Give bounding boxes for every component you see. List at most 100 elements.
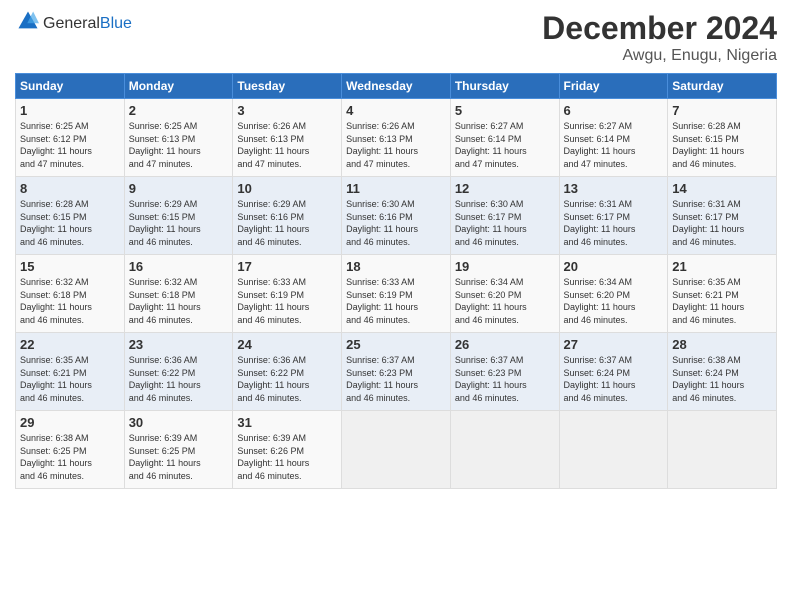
calendar-cell: 26 Sunrise: 6:37 AMSunset: 6:23 PMDayligh… bbox=[450, 333, 559, 411]
day-info: Sunrise: 6:39 AMSunset: 6:25 PMDaylight:… bbox=[129, 433, 201, 481]
logo-general: General bbox=[43, 15, 100, 32]
day-number: 17 bbox=[237, 259, 337, 274]
day-number: 10 bbox=[237, 181, 337, 196]
calendar-cell: 21 Sunrise: 6:35 AMSunset: 6:21 PMDayligh… bbox=[668, 255, 777, 333]
table-row: 8 Sunrise: 6:28 AMSunset: 6:15 PMDaylight… bbox=[16, 177, 777, 255]
col-wednesday: Wednesday bbox=[342, 74, 451, 99]
calendar-cell: 25 Sunrise: 6:37 AMSunset: 6:23 PMDayligh… bbox=[342, 333, 451, 411]
day-info: Sunrise: 6:26 AMSunset: 6:13 PMDaylight:… bbox=[237, 121, 309, 169]
calendar-cell: 19 Sunrise: 6:34 AMSunset: 6:20 PMDayligh… bbox=[450, 255, 559, 333]
logo-text: GeneralBlue bbox=[43, 15, 132, 33]
calendar-cell: 18Sunrise: 6:33 AMSunset: 6:19 PMDayligh… bbox=[342, 255, 451, 333]
table-row: 15 Sunrise: 6:32 AMSunset: 6:18 PMDayligh… bbox=[16, 255, 777, 333]
calendar-cell: 30 Sunrise: 6:39 AMSunset: 6:25 PMDayligh… bbox=[124, 411, 233, 489]
day-number: 27 bbox=[564, 337, 664, 352]
day-number: 6 bbox=[564, 103, 664, 118]
calendar-cell: 4 Sunrise: 6:26 AMSunset: 6:13 PMDaylight… bbox=[342, 99, 451, 177]
calendar-cell: 9Sunrise: 6:29 AMSunset: 6:15 PMDaylight… bbox=[124, 177, 233, 255]
day-number: 7 bbox=[672, 103, 772, 118]
calendar-cell: 29 Sunrise: 6:38 AMSunset: 6:25 PMDayligh… bbox=[16, 411, 125, 489]
col-thursday: Thursday bbox=[450, 74, 559, 99]
calendar-cell: 23 Sunrise: 6:36 AMSunset: 6:22 PMDayligh… bbox=[124, 333, 233, 411]
day-number: 24 bbox=[237, 337, 337, 352]
day-number: 13 bbox=[564, 181, 664, 196]
calendar-cell: 3 Sunrise: 6:26 AMSunset: 6:13 PMDaylight… bbox=[233, 99, 342, 177]
day-number: 12 bbox=[455, 181, 555, 196]
calendar-cell bbox=[342, 411, 451, 489]
logo-icon bbox=[17, 10, 39, 32]
day-info: Sunrise: 6:31 AMSunset: 6:17 PMDaylight:… bbox=[672, 199, 744, 247]
calendar-cell: 8 Sunrise: 6:28 AMSunset: 6:15 PMDaylight… bbox=[16, 177, 125, 255]
day-info: Sunrise: 6:33 AMSunset: 6:19 PMDaylight:… bbox=[237, 277, 309, 325]
calendar-cell: 2Sunrise: 6:25 AMSunset: 6:13 PMDaylight… bbox=[124, 99, 233, 177]
day-number: 30 bbox=[129, 415, 229, 430]
col-tuesday: Tuesday bbox=[233, 74, 342, 99]
main-title: December 2024 bbox=[542, 10, 777, 47]
table-row: 22 Sunrise: 6:35 AMSunset: 6:21 PMDayligh… bbox=[16, 333, 777, 411]
day-number: 29 bbox=[20, 415, 120, 430]
day-info: Sunrise: 6:34 AMSunset: 6:20 PMDaylight:… bbox=[455, 277, 527, 325]
calendar-cell: 17 Sunrise: 6:33 AMSunset: 6:19 PMDayligh… bbox=[233, 255, 342, 333]
day-info: Sunrise: 6:39 AMSunset: 6:26 PMDaylight:… bbox=[237, 433, 309, 481]
day-number: 19 bbox=[455, 259, 555, 274]
calendar-cell: 28Sunrise: 6:38 AMSunset: 6:24 PMDayligh… bbox=[668, 333, 777, 411]
col-friday: Friday bbox=[559, 74, 668, 99]
col-sunday: Sunday bbox=[16, 74, 125, 99]
calendar-cell: 31Sunrise: 6:39 AMSunset: 6:26 PMDayligh… bbox=[233, 411, 342, 489]
day-number: 20 bbox=[564, 259, 664, 274]
day-info: Sunrise: 6:30 AMSunset: 6:17 PMDaylight:… bbox=[455, 199, 527, 247]
day-number: 23 bbox=[129, 337, 229, 352]
calendar-cell: 22 Sunrise: 6:35 AMSunset: 6:21 PMDayligh… bbox=[16, 333, 125, 411]
day-number: 22 bbox=[20, 337, 120, 352]
day-number: 8 bbox=[20, 181, 120, 196]
day-number: 1 bbox=[20, 103, 120, 118]
calendar-cell: 14Sunrise: 6:31 AMSunset: 6:17 PMDayligh… bbox=[668, 177, 777, 255]
table-row: 1Sunrise: 6:25 AMSunset: 6:12 PMDaylight… bbox=[16, 99, 777, 177]
subtitle: Awgu, Enugu, Nigeria bbox=[542, 47, 777, 65]
logo-blue: Blue bbox=[100, 15, 132, 32]
calendar-cell: 7 Sunrise: 6:28 AMSunset: 6:15 PMDaylight… bbox=[668, 99, 777, 177]
day-info: Sunrise: 6:27 AMSunset: 6:14 PMDaylight:… bbox=[564, 121, 636, 169]
calendar-cell: 11Sunrise: 6:30 AMSunset: 6:16 PMDayligh… bbox=[342, 177, 451, 255]
day-info: Sunrise: 6:35 AMSunset: 6:21 PMDaylight:… bbox=[20, 355, 92, 403]
day-info: Sunrise: 6:36 AMSunset: 6:22 PMDaylight:… bbox=[237, 355, 309, 403]
day-info: Sunrise: 6:35 AMSunset: 6:21 PMDaylight:… bbox=[672, 277, 744, 325]
day-info: Sunrise: 6:25 AMSunset: 6:13 PMDaylight:… bbox=[129, 121, 201, 169]
day-info: Sunrise: 6:38 AMSunset: 6:24 PMDaylight:… bbox=[672, 355, 744, 403]
day-number: 26 bbox=[455, 337, 555, 352]
calendar-cell: 27Sunrise: 6:37 AMSunset: 6:24 PMDayligh… bbox=[559, 333, 668, 411]
table-row: 29 Sunrise: 6:38 AMSunset: 6:25 PMDayligh… bbox=[16, 411, 777, 489]
day-info: Sunrise: 6:37 AMSunset: 6:23 PMDaylight:… bbox=[455, 355, 527, 403]
day-info: Sunrise: 6:36 AMSunset: 6:22 PMDaylight:… bbox=[129, 355, 201, 403]
day-info: Sunrise: 6:38 AMSunset: 6:25 PMDaylight:… bbox=[20, 433, 92, 481]
day-number: 21 bbox=[672, 259, 772, 274]
calendar-cell: 13 Sunrise: 6:31 AMSunset: 6:17 PMDayligh… bbox=[559, 177, 668, 255]
day-number: 4 bbox=[346, 103, 446, 118]
calendar-cell: 12 Sunrise: 6:30 AMSunset: 6:17 PMDayligh… bbox=[450, 177, 559, 255]
title-block: December 2024 Awgu, Enugu, Nigeria bbox=[542, 10, 777, 65]
col-saturday: Saturday bbox=[668, 74, 777, 99]
calendar-header-row: Sunday Monday Tuesday Wednesday Thursday… bbox=[16, 74, 777, 99]
day-info: Sunrise: 6:28 AMSunset: 6:15 PMDaylight:… bbox=[20, 199, 92, 247]
day-info: Sunrise: 6:30 AMSunset: 6:16 PMDaylight:… bbox=[346, 199, 418, 247]
calendar-table: Sunday Monday Tuesday Wednesday Thursday… bbox=[15, 73, 777, 489]
logo: GeneralBlue bbox=[15, 10, 132, 37]
day-info: Sunrise: 6:27 AMSunset: 6:14 PMDaylight:… bbox=[455, 121, 527, 169]
day-info: Sunrise: 6:28 AMSunset: 6:15 PMDaylight:… bbox=[672, 121, 744, 169]
day-info: Sunrise: 6:32 AMSunset: 6:18 PMDaylight:… bbox=[129, 277, 201, 325]
day-number: 25 bbox=[346, 337, 446, 352]
day-info: Sunrise: 6:26 AMSunset: 6:13 PMDaylight:… bbox=[346, 121, 418, 169]
header: GeneralBlue December 2024 Awgu, Enugu, N… bbox=[15, 10, 777, 65]
day-number: 15 bbox=[20, 259, 120, 274]
calendar-cell bbox=[450, 411, 559, 489]
day-info: Sunrise: 6:31 AMSunset: 6:17 PMDaylight:… bbox=[564, 199, 636, 247]
day-info: Sunrise: 6:32 AMSunset: 6:18 PMDaylight:… bbox=[20, 277, 92, 325]
day-info: Sunrise: 6:34 AMSunset: 6:20 PMDaylight:… bbox=[564, 277, 636, 325]
calendar-cell bbox=[668, 411, 777, 489]
day-number: 18 bbox=[346, 259, 446, 274]
day-info: Sunrise: 6:29 AMSunset: 6:16 PMDaylight:… bbox=[237, 199, 309, 247]
day-number: 16 bbox=[129, 259, 229, 274]
day-number: 3 bbox=[237, 103, 337, 118]
calendar-cell: 15 Sunrise: 6:32 AMSunset: 6:18 PMDayligh… bbox=[16, 255, 125, 333]
day-info: Sunrise: 6:37 AMSunset: 6:23 PMDaylight:… bbox=[346, 355, 418, 403]
